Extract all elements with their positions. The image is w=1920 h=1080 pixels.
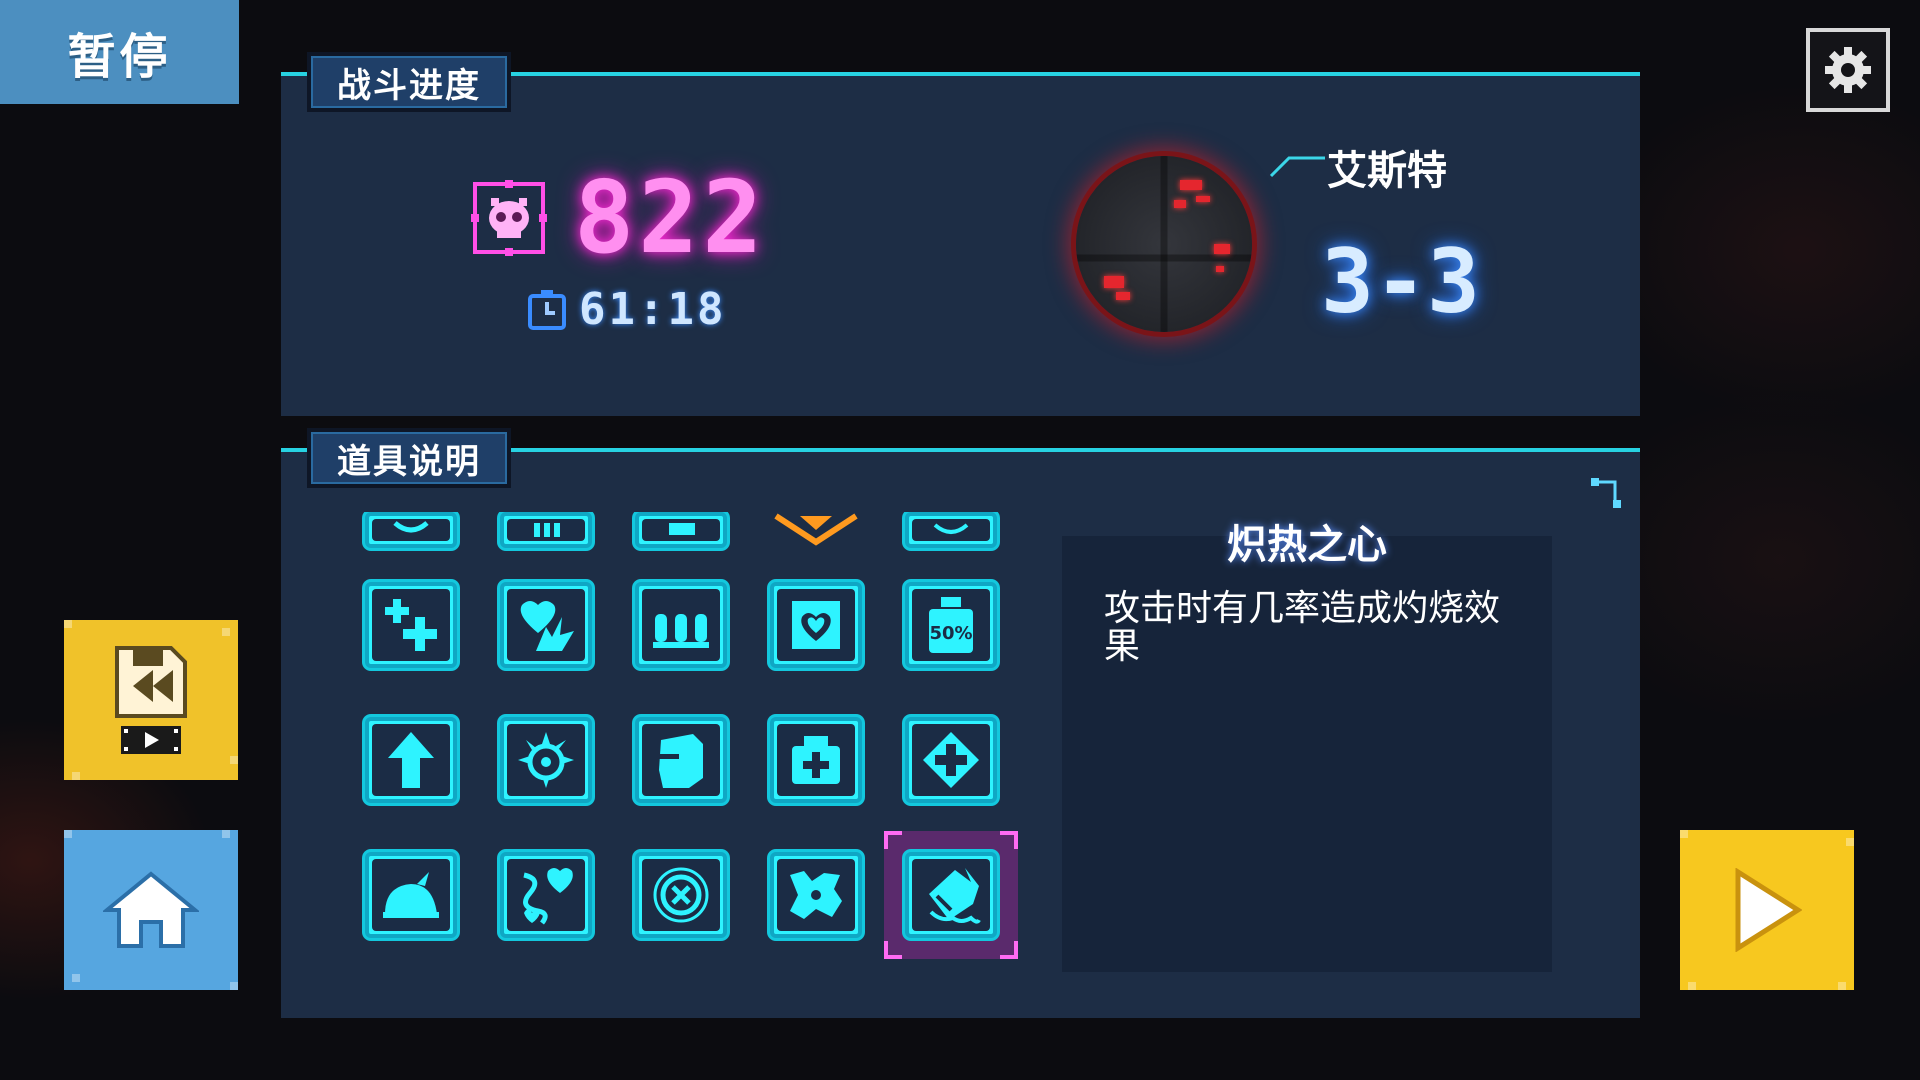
item-double-cross[interactable] bbox=[365, 582, 457, 668]
splat-icon bbox=[790, 871, 842, 919]
item-description-tab: 道具说明 bbox=[307, 428, 511, 488]
fist-icon bbox=[659, 734, 703, 788]
save-rewind-icon bbox=[115, 646, 187, 754]
eye-icon bbox=[933, 523, 969, 534]
pause-title: 暂停 bbox=[0, 0, 239, 104]
kill-count: 822 bbox=[574, 159, 767, 276]
replay-save-button[interactable] bbox=[64, 620, 238, 780]
battle-timer: 61:18 bbox=[579, 284, 727, 335]
diamond-cross-icon bbox=[923, 732, 979, 788]
item-name: 炽热之心 bbox=[1227, 522, 1387, 568]
svg-text:50%: 50% bbox=[929, 623, 972, 644]
item-bottle-50[interactable]: 50% bbox=[905, 582, 997, 668]
flaming-heart-icon bbox=[929, 868, 981, 924]
item-fist[interactable] bbox=[635, 717, 727, 803]
item-bars[interactable] bbox=[500, 512, 592, 548]
double-cross-icon bbox=[385, 599, 437, 651]
area-name: 艾斯特 bbox=[1327, 148, 1447, 194]
item-bullets[interactable] bbox=[635, 582, 727, 668]
item-heart-explosion[interactable] bbox=[500, 582, 592, 668]
settings-button[interactable] bbox=[1806, 28, 1890, 112]
battle-progress-tab: 战斗进度 bbox=[307, 52, 511, 112]
helmet-icon bbox=[383, 872, 439, 918]
medkit-icon bbox=[792, 736, 840, 784]
home-button[interactable] bbox=[64, 830, 238, 990]
ring-icon bbox=[393, 521, 429, 533]
arrow-up-icon bbox=[388, 732, 434, 788]
heart-card-icon bbox=[792, 601, 840, 649]
item-medkit[interactable] bbox=[770, 717, 862, 803]
item-ring[interactable] bbox=[365, 512, 457, 548]
area-pointer-line bbox=[1269, 156, 1325, 178]
item-eye[interactable] bbox=[905, 512, 997, 548]
pause-screen: 暂停 战斗进度 822 61:18 艾斯特 3-3 道具说明 50% 炽热之心 … bbox=[0, 0, 1920, 1080]
expand-corner-icon[interactable] bbox=[1589, 474, 1625, 510]
item-description: 攻击时有几率造成灼烧效果 bbox=[1104, 588, 1501, 667]
serpent-heart-icon bbox=[523, 868, 573, 925]
stage-number: 3-3 bbox=[1321, 230, 1480, 333]
item-flaming-heart[interactable] bbox=[905, 852, 997, 938]
circle-x-icon bbox=[653, 867, 709, 923]
orange-chevron-icon bbox=[774, 513, 858, 546]
continue-button[interactable] bbox=[1680, 830, 1854, 990]
bullets-icon bbox=[653, 614, 709, 648]
item-serpent-heart[interactable] bbox=[500, 852, 592, 938]
item-splat[interactable] bbox=[770, 852, 862, 938]
item-helmet[interactable] bbox=[365, 852, 457, 938]
item-heart-card[interactable] bbox=[770, 582, 862, 668]
bottle-50-icon: 50% bbox=[929, 597, 973, 653]
item-description-panel: 道具说明 50% 炽热之心 攻击时有几率造成灼烧效果 bbox=[281, 428, 1640, 1018]
item-diamond-cross[interactable] bbox=[905, 717, 997, 803]
item-orange-chevron[interactable] bbox=[770, 512, 862, 548]
spiky-target-icon bbox=[518, 732, 574, 788]
bars-icon bbox=[534, 523, 560, 537]
play-icon bbox=[1735, 868, 1802, 952]
stopwatch-icon bbox=[528, 290, 566, 330]
item-grid: 50% bbox=[281, 512, 1041, 1012]
skull-icon bbox=[471, 180, 547, 256]
item-book[interactable] bbox=[635, 512, 727, 548]
book-icon bbox=[669, 523, 695, 535]
item-arrow-up[interactable] bbox=[365, 717, 457, 803]
heart-explosion-icon bbox=[520, 601, 574, 651]
battle-progress-panel: 战斗进度 822 61:18 艾斯特 3-3 bbox=[281, 52, 1640, 416]
gear-icon bbox=[1825, 47, 1871, 93]
home-icon bbox=[103, 871, 199, 948]
item-circle-x[interactable] bbox=[635, 852, 727, 938]
item-spiky-target[interactable] bbox=[500, 717, 592, 803]
planet-image bbox=[1076, 156, 1252, 332]
